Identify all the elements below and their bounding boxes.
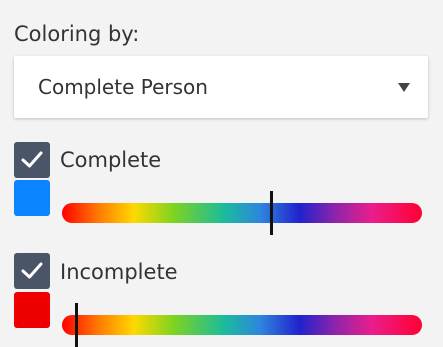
check-icon xyxy=(21,262,43,279)
incomplete-color-swatch[interactable] xyxy=(14,292,50,328)
incomplete-slider-handle[interactable] xyxy=(75,303,79,347)
complete-checkbox[interactable] xyxy=(14,142,50,178)
complete-color-slider[interactable] xyxy=(62,203,422,223)
incomplete-color-slider[interactable] xyxy=(62,315,422,335)
coloring-select-value: Complete Person xyxy=(38,75,208,99)
complete-slider-handle[interactable] xyxy=(269,191,273,235)
coloring-by-label: Coloring by: xyxy=(14,22,140,46)
incomplete-checkbox[interactable] xyxy=(14,253,50,289)
coloring-select[interactable]: Complete Person xyxy=(14,56,428,118)
complete-label: Complete xyxy=(60,148,162,172)
incomplete-label: Incomplete xyxy=(60,260,178,284)
check-icon xyxy=(21,151,43,168)
caret-down-icon xyxy=(398,83,410,92)
complete-color-swatch[interactable] xyxy=(14,180,50,216)
